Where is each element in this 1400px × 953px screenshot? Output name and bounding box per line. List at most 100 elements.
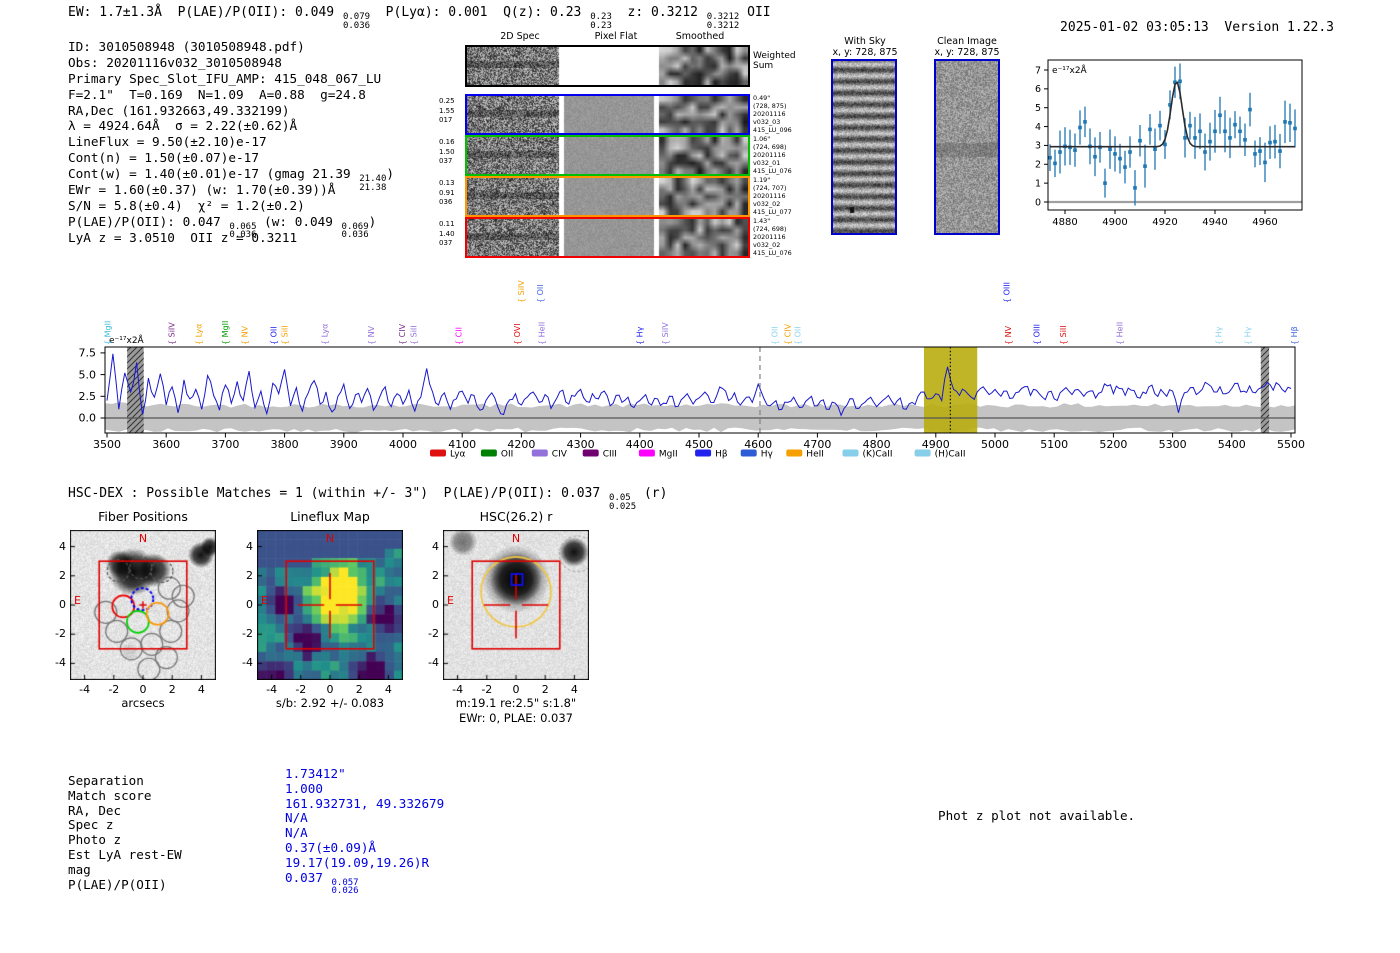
x-tick-label: 4 (570, 683, 578, 696)
compass-north: N (325, 532, 335, 545)
x-tick-label: -4 (266, 683, 278, 696)
hsc-dex-header: HSC-DEX : Possible Matches = 1 (within +… (68, 486, 667, 511)
y-tick-label: 0 (59, 598, 66, 611)
label-line: 1.50 (439, 147, 455, 156)
line-marker-label: { Hγ (1214, 326, 1223, 345)
text-segment: P(Lyα): 0.001 Q(z): 0.23 (370, 5, 590, 20)
text-segment: 0.37(±0.09)Å (285, 840, 376, 855)
legend-swatch (740, 449, 757, 457)
text-segment: ID: 3010508948 (3010508948.pdf) (68, 39, 305, 54)
x-tick-label: -2 (481, 683, 493, 696)
compass-north: N (138, 532, 148, 545)
label-line: 20201116 (753, 151, 786, 159)
text-segment: ) (386, 166, 394, 182)
noise-band (105, 402, 1295, 433)
data-point (1188, 123, 1192, 128)
data-point (1178, 79, 1182, 84)
spec2d-amp-image (467, 178, 748, 215)
line-marker-label: { OIII (1002, 282, 1011, 303)
line-marker-label: { HeII (1115, 322, 1124, 345)
data-point (1138, 138, 1142, 143)
label-line: 0.13 (439, 179, 455, 187)
x-tick-label: 3700 (211, 438, 239, 451)
data-point (1108, 147, 1112, 152)
text-segment: OII (739, 5, 771, 20)
info-line: RA,Dec (161.932663,49.332199) (68, 103, 394, 119)
match-row-value: N/A (285, 825, 308, 840)
data-point (1203, 150, 1207, 154)
info-line: ID: 3010508948 (3010508948.pdf) (68, 39, 394, 55)
text-segment: LineFlux = 9.50(±2.10)e-17 (68, 134, 267, 150)
compass-east: E (261, 594, 268, 607)
text-segment: λ = 4924.64Å σ = 2.22(±0.62)Å (68, 118, 298, 134)
spec2d-right-label: 1.06" (724, 698) 20201116 v032_01 415_LU_076 (753, 135, 792, 175)
y-tick-label: 2 (1035, 160, 1041, 171)
label-line: 037 (439, 239, 453, 248)
data-point (1223, 129, 1227, 134)
y-tick-label: -2 (55, 627, 66, 641)
text-segment: N/A (285, 810, 308, 826)
cutout-title-fiber: Fiber Positions (98, 509, 188, 524)
data-point (1148, 127, 1152, 132)
match-row-value: 0.37(±0.09)Å (285, 840, 376, 855)
match-row-label: Separation (68, 773, 144, 788)
spec2d-amp-image (467, 137, 748, 174)
data-point (1073, 148, 1077, 152)
spec2d-left-label: 0.13 0.91 036 (439, 179, 463, 208)
match-row-label: Match score (68, 787, 152, 803)
label-line: Weighted (753, 51, 796, 61)
x-tick-label: 4400 (626, 438, 654, 451)
match-row-label: P(LAE)/P(OII) (68, 876, 167, 892)
y-tick-label: -4 (242, 656, 253, 670)
data-point (1238, 129, 1242, 134)
x-tick-label: 5200 (1099, 438, 1127, 451)
full-spectrum-chart: 0.02.55.07.53500 3600 3700 3800 3900 4000 4100… (79, 280, 1306, 460)
info-line: Cont(n) = 1.50(±0.07)e-17 (68, 150, 394, 166)
legend-swatch (582, 449, 599, 457)
label-line: 1.19" (753, 176, 771, 184)
legend-label: Hβ (715, 450, 728, 460)
y-tick-label: 6 (1035, 84, 1041, 95)
line-marker-label: { Lyα (320, 324, 329, 345)
x-tick-label: 2 (541, 683, 549, 696)
withsky-title: With Sky (844, 36, 886, 47)
compass-north: N (511, 532, 521, 545)
label-line: v032_02 (753, 241, 781, 249)
label-line: 017 (439, 116, 453, 125)
stacked-uncertainty: 0.057 0.026 (331, 877, 359, 897)
text-segment: (w: 0.049 (256, 213, 341, 229)
data-point (1293, 126, 1297, 131)
y-tick-label: 5 (1035, 103, 1041, 114)
y-tick-label: -4 (428, 656, 439, 670)
info-line: Primary Spec_Slot_IFU_AMP: 415_048_067_L… (68, 71, 394, 87)
match-row-value: 1.73412" (285, 766, 346, 781)
line-marker-label: { SiIV (168, 322, 177, 345)
label-line: 0.91 (439, 188, 455, 197)
data-point (1248, 107, 1252, 112)
data-point (1258, 149, 1262, 153)
label-line: 415_LU_096 (753, 126, 792, 134)
data-point (1103, 181, 1107, 185)
legend-label: (K)CaII (863, 450, 893, 460)
text-segment: S/N = 5.8(±0.4) χ² = 1.2(±0.2) (68, 197, 305, 213)
line-marker-label: { NV (240, 325, 249, 345)
cutout-title-hsc: HSC(26.2) r (479, 509, 553, 524)
data-point (1273, 139, 1277, 144)
line-marker-label: { OII (536, 284, 545, 303)
info-line: Cont(w) = 1.40(±0.01)e-17 (gmag 21.39 21… (68, 166, 394, 192)
masked-band-hatch (1260, 347, 1270, 433)
text-segment: EWr = 1.60(±0.37) (w: 1.70(±0.39))Å (68, 182, 336, 198)
withsky-image (831, 59, 897, 235)
match-row-label: Est LyA rest-EW (68, 847, 182, 862)
spec2d-left-label: 0.11 1.40 037 (439, 220, 463, 249)
match-row-label: RA, Dec (68, 802, 122, 818)
legend-label: CIV (552, 450, 568, 460)
legend-swatch (430, 449, 446, 457)
cutout-xlabel: m:19.1 re:2.5" s:1.8" (455, 696, 577, 710)
y-tick-label: 4 (1035, 122, 1041, 133)
data-point (1118, 156, 1122, 161)
match-row-value: 1.000 (285, 781, 323, 796)
spec2d-amp-row (465, 135, 750, 176)
label-line: Sum (753, 61, 774, 71)
text-segment: 1.73412" (285, 766, 346, 781)
